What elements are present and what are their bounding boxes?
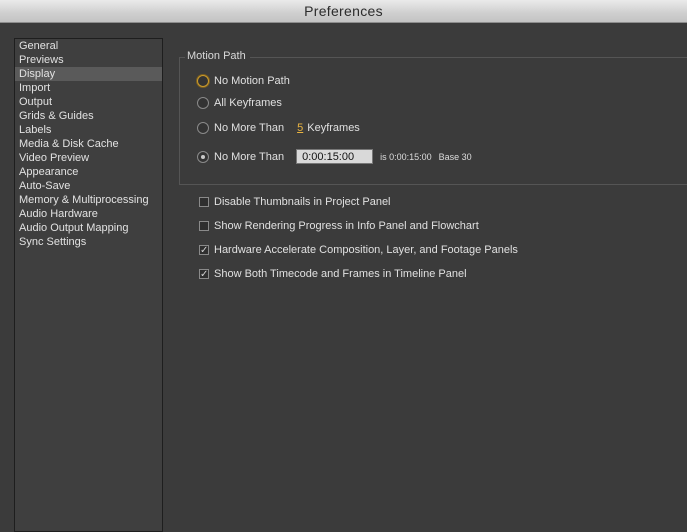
sidebar-item-sync-settings[interactable]: Sync Settings — [15, 235, 162, 249]
window-title: Preferences — [304, 3, 383, 19]
title-bar[interactable]: Preferences — [0, 0, 687, 23]
sidebar-item-display[interactable]: Display — [15, 67, 162, 81]
time-equivalent-note: is 0:00:15:00 — [380, 151, 432, 162]
time-duration-input[interactable]: 0:00:15:00 — [296, 149, 374, 164]
radio-all-keyframes[interactable]: All Keyframes — [197, 97, 282, 109]
radio-button[interactable] — [197, 75, 209, 87]
motion-path-group-title: Motion Path — [185, 50, 250, 62]
checkbox[interactable]: ✓ — [199, 269, 209, 280]
checkbox-label: Hardware Accelerate Composition, Layer, … — [214, 244, 518, 256]
sidebar-item-labels[interactable]: Labels — [15, 123, 162, 137]
sidebar-item-previews[interactable]: Previews — [15, 53, 162, 67]
sidebar-item-general[interactable]: General — [15, 39, 162, 53]
radio-label: No Motion Path — [214, 75, 290, 87]
sidebar-item-import[interactable]: Import — [15, 81, 162, 95]
category-list[interactable]: General Previews Display Import Output G… — [14, 38, 163, 532]
sidebar-item-grids-guides[interactable]: Grids & Guides — [15, 109, 162, 123]
radio-label: No More Than — [214, 122, 285, 134]
radio-button[interactable] — [197, 150, 209, 163]
radio-label: No More Than — [214, 150, 285, 163]
sidebar-item-auto-save[interactable]: Auto-Save — [15, 179, 162, 193]
sidebar-item-audio-hardware[interactable]: Audio Hardware — [15, 207, 162, 221]
radio-no-more-than-keyframes[interactable]: No More Than 5 Keyframes — [197, 122, 360, 134]
checkbox[interactable]: ✓ — [199, 245, 209, 256]
sidebar-item-memory-multiprocessing[interactable]: Memory & Multiprocessing — [15, 193, 162, 207]
radio-button[interactable] — [197, 97, 209, 109]
radio-label: All Keyframes — [214, 97, 282, 109]
checkbox-row-show-rendering-progress[interactable]: Show Rendering Progress in Info Panel an… — [199, 220, 479, 232]
radio-button[interactable] — [197, 122, 209, 134]
checkbox-row-hardware-accelerate[interactable]: ✓ Hardware Accelerate Composition, Layer… — [199, 244, 518, 256]
checkbox-row-disable-thumbnails[interactable]: Disable Thumbnails in Project Panel — [199, 196, 391, 208]
checkbox[interactable] — [199, 197, 209, 207]
checkbox-label: Show Both Timecode and Frames in Timelin… — [214, 268, 467, 280]
checkbox[interactable] — [199, 221, 209, 231]
radio-no-motion-path[interactable]: No Motion Path — [197, 75, 290, 87]
preferences-window: Preferences General Previews Display Imp… — [0, 0, 687, 532]
keyframes-label: Keyframes — [307, 122, 360, 134]
checkbox-row-show-timecode-frames[interactable]: ✓ Show Both Timecode and Frames in Timel… — [199, 268, 467, 280]
sidebar-item-media-disk-cache[interactable]: Media & Disk Cache — [15, 137, 162, 151]
checkbox-label: Show Rendering Progress in Info Panel an… — [214, 220, 479, 232]
timebase-note: Base 30 — [438, 151, 472, 162]
sidebar-item-audio-output-mapping[interactable]: Audio Output Mapping — [15, 221, 162, 235]
keyframes-count-field[interactable]: 5 — [297, 122, 303, 134]
radio-no-more-than-time[interactable]: No More Than 0:00:15:00 is 0:00:15:00 Ba… — [197, 149, 472, 164]
sidebar-item-output[interactable]: Output — [15, 95, 162, 109]
sidebar-item-video-preview[interactable]: Video Preview — [15, 151, 162, 165]
checkbox-label: Disable Thumbnails in Project Panel — [214, 196, 391, 208]
sidebar-item-appearance[interactable]: Appearance — [15, 165, 162, 179]
